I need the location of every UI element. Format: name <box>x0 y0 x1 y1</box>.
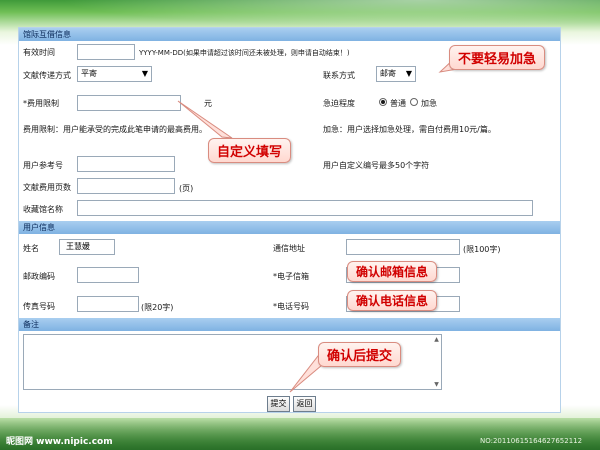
name-label: 姓名 <box>23 244 39 253</box>
urgency-normal-label: 普通 <box>390 99 406 108</box>
section-title-ill: 馆际互借信息 <box>19 28 560 41</box>
valid-time-label: 有效时间 <box>23 48 55 57</box>
name-input[interactable]: 王慧媛 <box>59 239 115 255</box>
user-ref-note: 用户自定义编号最多50个字符 <box>323 161 430 170</box>
chevron-down-icon: ▼ <box>405 69 412 78</box>
contact-method-value: 邮寄 <box>380 69 396 78</box>
postcode-input[interactable] <box>77 267 139 283</box>
callout-confirm-phone: 确认电话信息 <box>347 290 438 311</box>
valid-time-hint: YYYY-MM-DD(如果申请超过该时间还未被处理，则申请自动结束！) <box>139 49 350 57</box>
scroll-up-icon[interactable]: ▲ <box>433 336 440 343</box>
fee-limit-unit: 元 <box>204 99 212 108</box>
fax-input[interactable] <box>77 296 139 312</box>
callout-custom-fill: 自定义填写 <box>208 138 292 163</box>
postcode-label: 邮政编码 <box>23 272 55 281</box>
section-title-user: 用户信息 <box>19 221 560 234</box>
callout-confirm-email: 确认邮箱信息 <box>347 261 438 282</box>
address-input[interactable] <box>346 239 460 255</box>
callout-confirm-submit: 确认后提交 <box>318 342 402 367</box>
scroll-down-icon[interactable]: ▼ <box>433 381 440 388</box>
fee-limit-note: 费用限制：用户能承受的完成此笔申请的最高费用。 <box>23 125 207 134</box>
urgency-normal-radio[interactable] <box>379 98 387 106</box>
watermark-left: 昵图网 www.nipic.com <box>6 437 113 447</box>
urgency-label: 急迫程度 <box>323 99 355 108</box>
delivery-method-select[interactable]: 平寄 ▼ <box>77 66 152 82</box>
contact-method-select[interactable]: 邮寄 ▼ <box>376 66 416 82</box>
library-name-label: 收藏馆名称 <box>23 205 63 214</box>
urgency-urgent-radio[interactable] <box>410 98 418 106</box>
page-count-label: 文献费用页数 <box>23 183 71 192</box>
fax-limit: (限20字) <box>141 303 174 312</box>
urgent-note: 加急：用户选择加急处理，需自付费用10元/篇。 <box>323 125 496 134</box>
delivery-method-label: 文献传递方式 <box>23 71 71 80</box>
contact-method-label: 联系方式 <box>323 71 355 80</box>
address-label: 通信地址 <box>273 244 305 253</box>
back-button[interactable]: 返回 <box>293 396 316 412</box>
fee-limit-label: *费用限制 <box>23 99 59 108</box>
fax-label: 传真号码 <box>23 302 55 311</box>
library-name-input[interactable] <box>77 200 533 216</box>
watermark-right: NO:20110615164627652112 <box>480 437 583 445</box>
ill-request-form: 馆际互借信息 有效时间 YYYY-MM-DD(如果申请超过该时间还未被处理，则申… <box>18 27 561 413</box>
phone-label: *电话号码 <box>273 302 309 311</box>
header-decoration <box>0 0 600 30</box>
delivery-method-value: 平寄 <box>81 69 97 78</box>
address-limit: (限100字) <box>463 245 501 254</box>
page-count-input[interactable] <box>77 178 175 194</box>
user-ref-input[interactable] <box>77 156 175 172</box>
page-count-unit: (页) <box>179 184 194 193</box>
section-title-remark: 备注 <box>19 318 560 331</box>
user-ref-label: 用户参考号 <box>23 161 63 170</box>
callout-no-urgent: 不要轻易加急 <box>449 45 546 70</box>
fee-limit-input[interactable] <box>77 95 181 111</box>
submit-button[interactable]: 提交 <box>267 396 290 412</box>
valid-time-input[interactable] <box>77 44 135 60</box>
urgency-urgent-label: 加急 <box>421 99 437 108</box>
email-label: *电子信箱 <box>273 272 309 281</box>
chevron-down-icon: ▼ <box>141 69 148 78</box>
